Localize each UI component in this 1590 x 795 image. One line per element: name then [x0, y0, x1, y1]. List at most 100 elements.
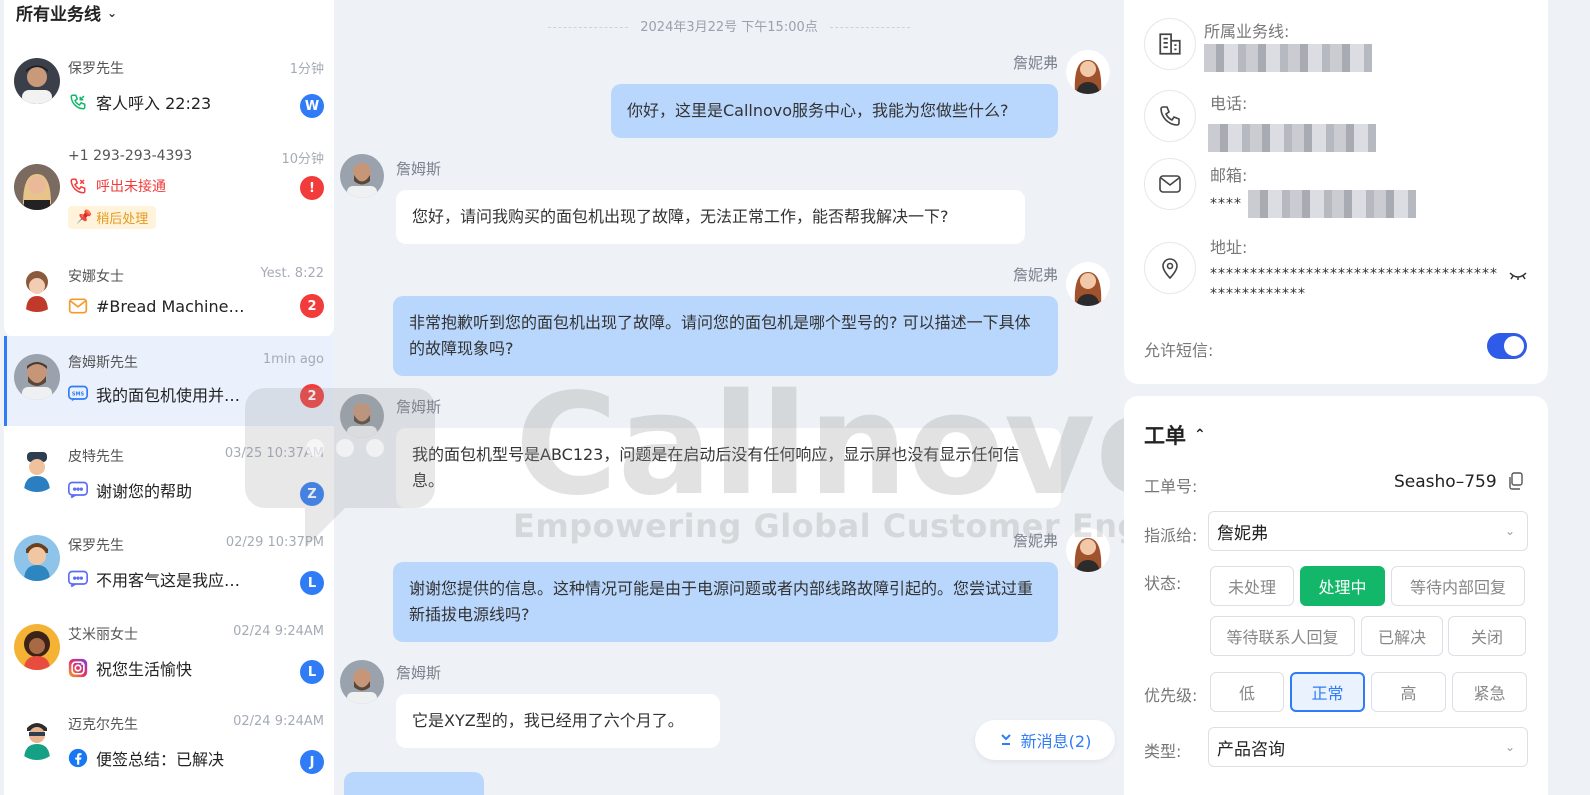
- contact-name: 艾米丽女士: [68, 627, 138, 643]
- conversation-item[interactable]: 迈克尔先生 02/24 9:24AM 便签总结：已解决 J: [4, 700, 334, 786]
- ticket-title: 工单: [1144, 424, 1186, 448]
- conversation-item[interactable]: 安娜女士 Yest. 8:22 #Bread Machine… 2: [4, 252, 334, 338]
- assignee-label: 指派给:: [1144, 526, 1198, 545]
- allow-sms-label: 允许短信:: [1144, 341, 1214, 360]
- avatar: [14, 535, 60, 581]
- agent-avatar: [1066, 50, 1110, 94]
- message-time: 02/29 10:37PM: [225, 535, 324, 550]
- last-message-text: 便签总结：已解决: [96, 750, 225, 769]
- conversation-item[interactable]: 皮特先生 03/25 10:37AM 谢谢您的帮助 Z: [4, 432, 334, 518]
- email-masked: ****: [1210, 196, 1242, 212]
- avatar: [14, 624, 60, 670]
- avatar: [14, 58, 60, 104]
- eye-closed-icon[interactable]: [1508, 268, 1528, 287]
- status-option-processing[interactable]: 处理中: [1300, 566, 1385, 606]
- ticket-number-value: Seasho–759: [1394, 472, 1497, 492]
- last-message-text: 客人呼入 22:23: [96, 94, 212, 113]
- message-bubble-customer: 它是XYZ型的，我已经用了六个月了。: [396, 694, 720, 748]
- last-message-text: 不用客气这是我应…: [96, 571, 241, 590]
- phone-label: 电话:: [1210, 94, 1248, 113]
- priority-option-normal[interactable]: 正常: [1290, 672, 1365, 712]
- follow-up-tag[interactable]: 📌 稍后处理: [68, 206, 157, 229]
- status-option-closed[interactable]: 关闭: [1448, 616, 1526, 656]
- pin-icon: 📌: [76, 210, 93, 225]
- assignee-select-value: 詹妮弗: [1217, 523, 1268, 544]
- copy-icon[interactable]: [1508, 472, 1524, 494]
- priority-option-urgent[interactable]: 紧急: [1452, 672, 1527, 712]
- message-time: 02/24 9:24AM: [233, 624, 324, 639]
- message-bubble-agent: 你好，这里是Callnovo服务中心，我能为您做些什么?: [611, 84, 1058, 138]
- missed-call-icon: [68, 176, 88, 196]
- message-time: 1min ago: [262, 352, 324, 367]
- priority-option-low[interactable]: 低: [1210, 672, 1284, 712]
- message-time: 10分钟: [281, 152, 324, 167]
- date-separator-text: 2024年3月22号 下午15:00点: [640, 20, 818, 35]
- new-messages-button[interactable]: 新消息(2): [975, 720, 1115, 760]
- business-line-value-redacted: [1204, 44, 1372, 72]
- conversation-item[interactable]: +1 293-293-4393 10分钟 呼出未接通 ! 📌 稍后处理: [4, 134, 334, 244]
- type-select[interactable]: 产品咨询 ⌄: [1208, 727, 1528, 767]
- business-line-filter[interactable]: 所有业务线 ⌄: [16, 0, 117, 25]
- conversation-item-active[interactable]: 詹姆斯先生 1min ago SMS 我的面包机使用并… 2: [4, 336, 334, 426]
- last-message: 不用客气这是我应…: [68, 567, 288, 591]
- message-sender: 詹姆斯: [396, 160, 442, 178]
- status-option-waiting-contact[interactable]: 等待联系人回复: [1210, 616, 1355, 656]
- last-message-text: #Bread Machine…: [96, 296, 245, 316]
- assignee-select[interactable]: 詹妮弗 ⌄: [1208, 511, 1528, 551]
- last-message: #Bread Machine…: [68, 296, 288, 316]
- location-icon: [1144, 242, 1196, 294]
- status-option-waiting-internal[interactable]: 等待内部回复: [1391, 566, 1525, 606]
- unread-badge: 2: [300, 384, 324, 408]
- message-time: 02/24 9:24AM: [233, 714, 324, 729]
- customer-avatar: [340, 154, 384, 198]
- chevron-up-icon: ⌃: [1194, 427, 1206, 443]
- ticket-number-label: 工单号:: [1144, 477, 1198, 496]
- contact-card: 所属业务线: 电话: 邮箱: **** 地址: ****************…: [1124, 0, 1548, 384]
- message-bubble-customer: 您好，请问我购买的面包机出现了故障，无法正常工作，能否帮我解决一下?: [396, 190, 1025, 244]
- allow-sms-toggle[interactable]: [1487, 333, 1527, 359]
- chevron-down-icon: ⌄: [1504, 524, 1515, 538]
- message-sender: 詹妮弗: [1012, 266, 1058, 284]
- channel-badge: L: [300, 571, 324, 595]
- priority-option-high[interactable]: 高: [1371, 672, 1446, 712]
- status-option-unprocessed[interactable]: 未处理: [1210, 566, 1294, 606]
- instagram-icon: [68, 658, 88, 678]
- message-time: 1分钟: [289, 62, 324, 77]
- contact-name: 保罗先生: [68, 61, 124, 77]
- status-option-resolved[interactable]: 已解决: [1361, 616, 1443, 656]
- conversation-item[interactable]: 保罗先生 02/29 10:37PM 不用客气这是我应… L: [4, 521, 334, 607]
- last-message: 呼出未接通: [68, 176, 288, 196]
- conversation-item[interactable]: 保罗先生 1分钟 客人呼入 22:23 W: [4, 44, 334, 130]
- agent-avatar: [1066, 528, 1110, 572]
- chat-icon: [68, 569, 88, 589]
- channel-badge: W: [300, 94, 324, 118]
- chat-panel: 2024年3月22号 下午15:00点 詹妮弗 你好，这里是Callnovo服务…: [334, 0, 1124, 795]
- ticket-section-header[interactable]: 工单 ⌃: [1144, 420, 1206, 450]
- message-bubble-agent: 谢谢您提供的信息。这种情况可能是由于电源问题或者内部线路故障引起的。您尝试过重新…: [393, 562, 1058, 642]
- message-sender: 詹姆斯: [396, 398, 442, 416]
- last-message-text: 我的面包机使用并…: [96, 386, 241, 405]
- message-bubble-customer: 我的面包机型号是ABC123，问题是在启动后没有任何响应，显示屏也没有显示任何信…: [396, 428, 1061, 508]
- phone-value-redacted: [1208, 124, 1376, 152]
- message-time: Yest. 8:22: [260, 266, 324, 281]
- message-bubble-agent: 非常抱歉听到您的面包机出现了故障。请问您的面包机是哪个型号的? 可以描述一下具体…: [393, 296, 1058, 376]
- email-icon: [1144, 158, 1196, 210]
- avatar: [14, 164, 60, 210]
- type-label: 类型:: [1144, 742, 1182, 761]
- address-masked-line2: ************: [1210, 286, 1306, 302]
- conversation-item[interactable]: 艾米丽女士 02/24 9:24AM 祝您生活愉快 L: [4, 610, 334, 696]
- customer-avatar: [340, 660, 384, 704]
- arrow-down-icon: [999, 731, 1013, 750]
- new-messages-label: 新消息(2): [1020, 732, 1092, 751]
- contact-name: 安娜女士: [68, 269, 124, 285]
- last-message: 祝您生活愉快: [68, 656, 288, 680]
- channel-badge: Z: [300, 482, 324, 506]
- chat-icon: [68, 480, 88, 500]
- svg-text:SMS: SMS: [72, 392, 85, 398]
- last-message-text: 祝您生活愉快: [96, 660, 193, 679]
- email-value-redacted: [1248, 190, 1416, 218]
- avatar: [14, 446, 60, 492]
- building-icon: [1144, 18, 1196, 70]
- detail-panel: 所属业务线: 电话: 邮箱: **** 地址: ****************…: [1124, 0, 1590, 795]
- channel-badge: J: [300, 750, 324, 774]
